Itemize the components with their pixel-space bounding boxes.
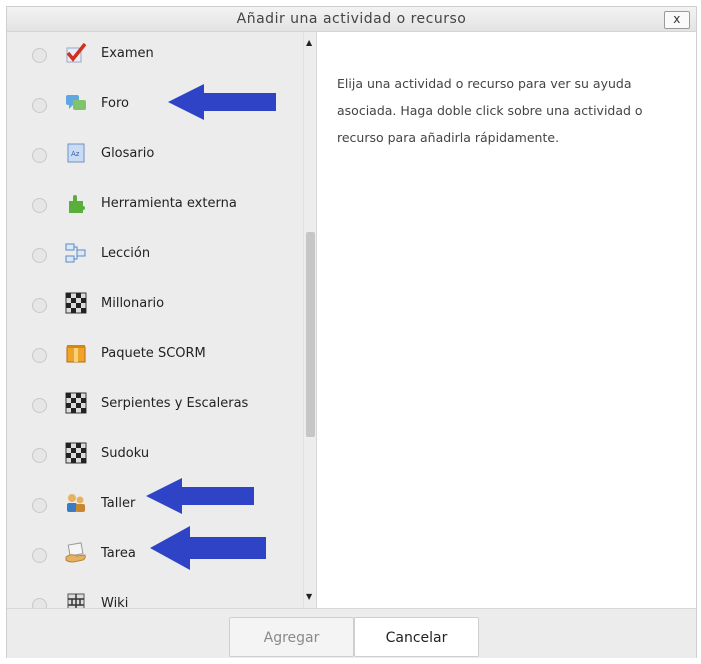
radio-button[interactable] bbox=[32, 548, 47, 563]
game-board-icon bbox=[65, 392, 87, 414]
radio-button[interactable] bbox=[32, 348, 47, 363]
list-item-label: Millonario bbox=[101, 296, 165, 311]
close-button[interactable]: x bbox=[664, 11, 690, 29]
list-item-label: Paquete SCORM bbox=[101, 346, 206, 361]
lesson-flow-icon bbox=[65, 243, 86, 263]
workshop-people-icon bbox=[67, 494, 85, 512]
list-item-herramienta-externa[interactable]: Herramienta externa bbox=[7, 180, 303, 231]
list-item-label: Tarea bbox=[101, 546, 136, 561]
list-item-label: Serpientes y Escaleras bbox=[101, 396, 249, 411]
radio-button[interactable] bbox=[32, 248, 47, 263]
scroll-thumb[interactable] bbox=[306, 232, 315, 437]
radio-button[interactable] bbox=[32, 198, 47, 213]
radio-button[interactable] bbox=[32, 48, 47, 63]
help-text: Elija una actividad o recurso para ver s… bbox=[337, 76, 643, 145]
pointer-arrow-icon bbox=[150, 526, 266, 570]
list-item-sudoku[interactable]: Sudoku bbox=[7, 430, 303, 481]
radio-button[interactable] bbox=[32, 98, 47, 113]
radio-button[interactable] bbox=[32, 398, 47, 413]
help-pane: Elija una actividad o recurso para ver s… bbox=[316, 32, 696, 608]
wiki-tree-icon bbox=[67, 593, 85, 608]
list-item-examen[interactable]: Examen bbox=[7, 32, 303, 81]
list-item-label: Taller bbox=[101, 496, 136, 511]
radio-button[interactable] bbox=[32, 298, 47, 313]
list-item-label: Herramienta externa bbox=[101, 196, 237, 211]
add-activity-dialog: Añadir una actividad o recurso x Examen … bbox=[6, 6, 697, 658]
puzzle-piece-icon bbox=[69, 195, 85, 213]
cancel-button[interactable]: Cancelar bbox=[354, 617, 479, 657]
list-item-label: Sudoku bbox=[101, 446, 150, 461]
list-item-label: Foro bbox=[101, 96, 129, 111]
game-board-icon bbox=[65, 292, 87, 314]
list-item-wiki[interactable]: Wiki bbox=[7, 580, 303, 608]
list-item-paquete-scorm[interactable]: Paquete SCORM bbox=[7, 330, 303, 381]
list-item-label: Examen bbox=[101, 46, 154, 61]
scroll-down-arrow-icon[interactable]: ▼ bbox=[306, 592, 312, 601]
list-item-serpientes-y-escaleras[interactable]: Serpientes y Escaleras bbox=[7, 380, 303, 431]
package-box-icon bbox=[66, 345, 86, 363]
forum-speech-bubbles-icon bbox=[66, 95, 86, 110]
add-button[interactable]: Agregar bbox=[229, 617, 354, 657]
radio-button[interactable] bbox=[32, 498, 47, 513]
list-item-millonario[interactable]: Millonario bbox=[7, 280, 303, 331]
radio-button[interactable] bbox=[32, 448, 47, 463]
assignment-hand-icon bbox=[65, 542, 86, 563]
list-item-label: Lección bbox=[101, 246, 151, 261]
pointer-arrow-icon bbox=[146, 478, 254, 514]
radio-button[interactable] bbox=[32, 148, 47, 163]
radio-button[interactable] bbox=[32, 598, 47, 608]
dialog-titlebar: Añadir una actividad o recurso x bbox=[7, 7, 696, 32]
list-item-glosario[interactable]: Az Glosario bbox=[7, 130, 303, 181]
game-board-icon bbox=[65, 442, 87, 464]
quiz-checkmark-icon bbox=[66, 42, 87, 63]
list-item-leccion[interactable]: Lección bbox=[7, 230, 303, 281]
glossary-book-icon: Az bbox=[67, 143, 85, 163]
scroll-up-arrow-icon[interactable]: ▲ bbox=[306, 38, 312, 47]
list-scrollbar[interactable]: ▲ ▼ bbox=[303, 32, 316, 608]
dialog-title: Añadir una actividad o recurso bbox=[236, 11, 467, 27]
dialog-footer: Agregar Cancelar bbox=[7, 608, 696, 658]
list-item-label: Wiki bbox=[101, 596, 129, 608]
list-item-label: Glosario bbox=[101, 146, 155, 161]
pointer-arrow-icon bbox=[168, 84, 276, 120]
svg-text:Az: Az bbox=[71, 150, 80, 158]
